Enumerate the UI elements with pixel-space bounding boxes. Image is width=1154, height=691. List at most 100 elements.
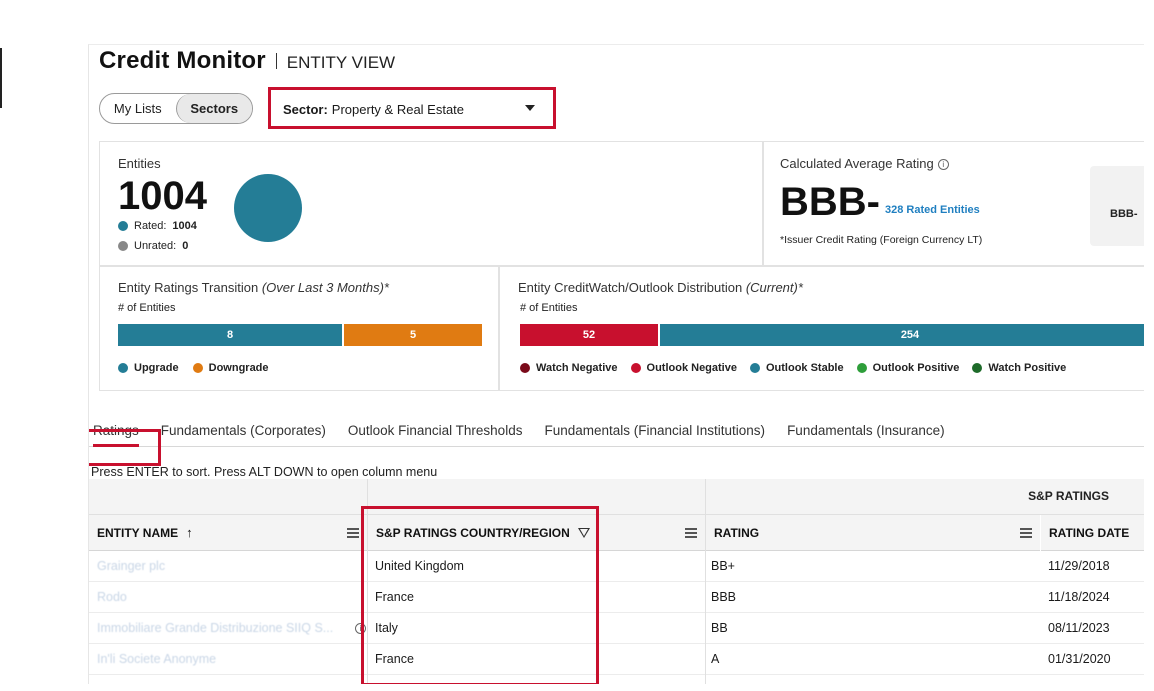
ratings-grid: S&P RATINGS ENTITY NAME ↑ S&P RATINGS CO… [89,479,1144,684]
legend-outlook-positive: Outlook Positive [856,362,960,374]
rating-side-chip: BBB- [1090,166,1144,246]
tab-outlook-financial-thresholds[interactable]: Outlook Financial Thresholds [348,423,523,447]
entity-name-cell[interactable]: Rodo [97,590,127,604]
entity-name-header-label: ENTITY NAME [97,525,179,540]
table-row[interactable]: In'li Societe Anonyme France A 01/31/202… [89,644,1144,675]
upgrade-bar-segment[interactable]: 8 [118,324,342,346]
rating-date-cell: 01/31/2020 [1048,652,1111,666]
outlook-positive-dot-icon [856,363,867,373]
table-row[interactable]: Grainger plc United Kingdom BB+ 11/29/20… [89,551,1144,582]
column-menu-icon[interactable] [1020,528,1032,538]
legend-outlook-negative: Outlook Negative [630,362,737,374]
watch-negative-dot-icon [520,363,530,373]
upgrade-legend-item: Upgrade [118,362,179,374]
rating-cell: A [711,652,720,666]
column-menu-icon[interactable] [347,528,359,538]
legend-label: Watch Negative [536,362,618,374]
sectors-button[interactable]: Sectors [175,94,252,123]
downgrade-bar-segment[interactable]: 5 [344,324,482,346]
rating-cell: BB [711,621,728,635]
legend-outlook-stable: Outlook Stable [749,362,844,374]
entity-name-cell[interactable]: In'li Societe Anonyme [97,652,216,666]
table-row[interactable]: Immobiliare Grande Distribuzione SIIQ S.… [89,613,1144,644]
creditwatch-title: Entity CreditWatch/Outlook Distribution … [518,280,803,295]
upgrade-dot-icon [118,363,128,373]
legend-label: Outlook Stable [765,362,844,374]
downgrade-legend-item: Downgrade [192,362,269,374]
legend-watch-negative: Watch Negative [520,362,618,374]
data-tabs: Ratings Fundamentals (Corporates) Outloo… [93,423,1144,447]
transition-title-text: Entity Ratings Transition [118,280,259,295]
group-header-blank [89,479,367,515]
entities-donut-chart[interactable] [234,174,302,242]
column-menu-icon[interactable] [685,528,697,538]
tab-fundamentals-corporates[interactable]: Fundamentals (Corporates) [161,423,326,447]
entity-name-cell[interactable]: Grainger plc [97,559,165,573]
tab-fundamentals-financial-institutions[interactable]: Fundamentals (Financial Institutions) [544,423,765,447]
tab-fundamentals-insurance[interactable]: Fundamentals (Insurance) [787,423,945,447]
upgrade-legend-label: Upgrade [134,362,179,374]
transition-title-period: (Over Last 3 Months)* [261,280,389,295]
credit-monitor-card: Credit Monitor ENTITY VIEW My Lists Sect… [88,44,1144,684]
country-column-highlight-box [361,506,599,684]
transition-legend: Upgrade Downgrade [118,362,269,374]
unrated-value: 0 [182,240,189,252]
column-header-entity-name[interactable]: ENTITY NAME ↑ [89,515,367,551]
rating-date-cell: 11/29/2018 [1048,559,1110,573]
ratings-tab-highlight-box [89,429,161,466]
page-header: Credit Monitor ENTITY VIEW [99,47,395,75]
rated-dot-icon [118,221,128,231]
list-sector-toggle: My Lists Sectors [99,93,253,124]
transition-title: Entity Ratings Transition (Over Last 3 M… [118,280,389,295]
app-title: Credit Monitor [99,47,266,74]
entities-title: Entities [118,156,161,171]
legend-label: Outlook Negative [646,362,737,374]
entities-count: 1004 [118,174,207,218]
outlook-stable-bar-segment[interactable]: 254 [660,324,1144,346]
left-edge-marker [0,48,2,108]
creditwatch-legend: Watch Negative Outlook Negative Outlook … [520,362,1066,374]
rating-cell: BBB [711,590,737,604]
table-row[interactable]: Rodo France BBB 11/18/2024 [89,582,1144,613]
title-separator [275,53,277,69]
rated-legend: Rated: 1004 [118,220,197,232]
creditwatch-panel: Entity CreditWatch/Outlook Distribution … [499,265,1144,391]
my-lists-button[interactable]: My Lists [100,94,176,123]
column-divider [705,479,706,684]
side-chip-value: BBB- [1110,208,1138,220]
view-title: ENTITY VIEW [286,53,396,72]
group-header-sp-ratings: S&P RATINGS [706,479,1144,515]
rating-date-cell: 11/18/2024 [1048,590,1110,604]
rating-header-label: RATING [714,525,760,540]
sector-highlight-box [268,87,556,129]
rating-footnote: *Issuer Credit Rating (Foreign Currency … [780,234,983,246]
rated-entities-link[interactable]: 328 Rated Entities [885,204,980,216]
downgrade-legend-label: Downgrade [208,362,269,374]
unrated-dot-icon [118,241,128,251]
watch-positive-dot-icon [972,363,983,373]
creditwatch-title-text: Entity CreditWatch/Outlook Distribution [518,280,743,295]
unrated-label: Unrated: [134,240,177,252]
average-rating-panel: Calculated Average Rating i BBB- 328 Rate… [763,141,1144,267]
legend-label: Outlook Positive [872,362,960,374]
average-rating-title: Calculated Average Rating i [780,156,949,171]
tabs-divider [89,446,1144,447]
downgrade-dot-icon [192,363,203,373]
info-icon[interactable]: i [937,159,949,170]
rated-label: Rated: [134,220,167,232]
grid-keyboard-hint: Press ENTER to sort. Press ALT DOWN to o… [91,465,438,479]
sort-ascending-icon[interactable]: ↑ [186,525,193,540]
creditwatch-bar: 52 254 [520,324,1144,346]
legend-label: Watch Positive [988,362,1067,374]
entity-name-cell[interactable]: Immobiliare Grande Distribuzione SIIQ S.… [97,621,333,635]
entities-panel: Entities 1004 Rated: 1004 Unrated: 0 [99,141,763,267]
rated-value: 1004 [172,220,197,232]
column-header-rating[interactable]: RATING [706,515,1040,551]
transition-bar: 8 5 [118,324,482,346]
average-rating-value: BBB- [780,180,880,224]
legend-watch-positive: Watch Positive [972,362,1066,374]
column-header-rating-date[interactable]: RATING DATE [1041,515,1144,551]
outlook-negative-bar-segment[interactable]: 52 [520,324,658,346]
outlook-negative-dot-icon [630,363,641,373]
ratings-transition-panel: Entity Ratings Transition (Over Last 3 M… [99,265,499,391]
